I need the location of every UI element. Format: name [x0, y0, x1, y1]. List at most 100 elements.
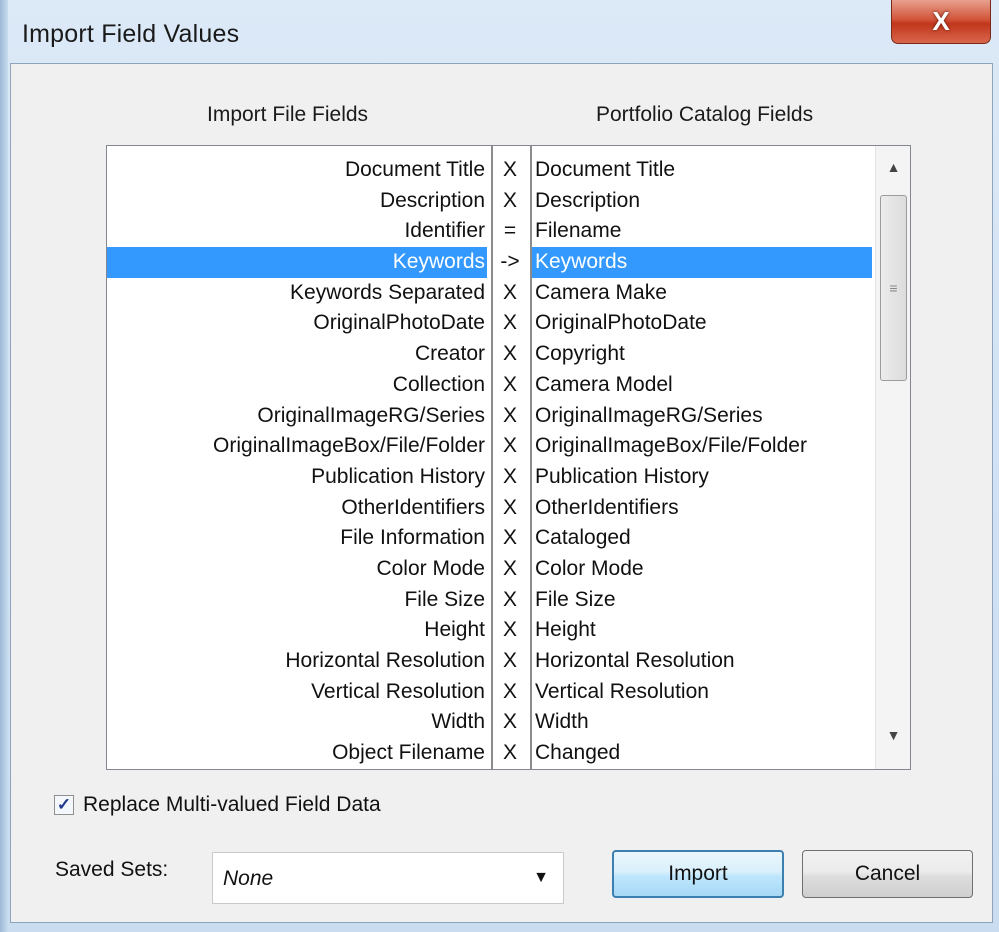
import-field-cell: OriginalPhotoDate	[313, 311, 485, 335]
chevron-down-icon[interactable]: ▼	[533, 869, 549, 887]
catalog-field-cell: Document Title	[535, 158, 676, 181]
replace-option[interactable]: ✓ Replace Multi-valued Field Data	[54, 793, 381, 817]
catalog-field-cell: Description	[535, 188, 641, 212]
mapping-operator[interactable]: X	[495, 493, 525, 524]
catalog-field-cell: Camera Make	[535, 280, 667, 304]
catalog-field-cell: Horizontal Resolution	[535, 649, 735, 672]
saved-sets-value: None	[223, 867, 274, 890]
mapping-operator[interactable]: ->	[495, 247, 525, 278]
import-field-cell: Horizontal Resolution	[285, 649, 485, 672]
import-field-cell: Creator	[414, 342, 485, 366]
catalog-field-cell: OriginalImageBox/File/Folder	[535, 434, 807, 458]
saved-sets-dropdown[interactable]: None ▼	[212, 852, 564, 904]
catalog-field-cell: Changed	[535, 741, 621, 765]
mapping-operator[interactable]: X	[495, 186, 525, 217]
mapping-operator[interactable]: X	[495, 646, 525, 677]
mapping-row[interactable]: Color Mode X Color Mode	[107, 554, 877, 585]
mapping-row[interactable]: Collection X Camera Model	[107, 370, 877, 401]
checkmark-icon: ✓	[56, 795, 72, 814]
mapping-operator[interactable]: X	[495, 462, 525, 493]
window-title: Import Field Values	[22, 20, 240, 48]
mapping-row[interactable]: Keywords -> Keywords	[107, 247, 877, 278]
mapping-rows: Document Title X Document Title Description…	[107, 155, 877, 769]
cancel-button[interactable]: Cancel	[802, 850, 973, 898]
import-field-cell: Vertical Resolution	[311, 679, 485, 703]
catalog-field-cell: Copyright	[535, 342, 625, 366]
import-field-cell: OriginalImageRG/Series	[257, 403, 485, 427]
mapping-operator[interactable]: X	[495, 431, 525, 462]
vertical-scrollbar[interactable]: ▲ ≡ ▼	[875, 146, 910, 769]
mapping-operator[interactable]: X	[495, 155, 525, 186]
mapping-operator[interactable]: X	[495, 308, 525, 339]
field-mapping-list[interactable]: Document Title X Document Title Description…	[106, 145, 911, 770]
mapping-operator[interactable]: X	[495, 339, 525, 370]
catalog-field-cell: OtherIdentifiers	[535, 495, 679, 519]
catalog-field-cell: OriginalPhotoDate	[535, 311, 707, 335]
dialog-window: Import Field Values X Import File Fields…	[0, 0, 999, 932]
mapping-operator[interactable]: X	[495, 523, 525, 554]
catalog-field-cell: File Size	[535, 587, 616, 611]
import-field-cell: OtherIdentifiers	[341, 495, 485, 519]
mapping-operator[interactable]: X	[495, 554, 525, 585]
mapping-operator[interactable]: X	[495, 401, 525, 432]
catalog-field-cell: Color Mode	[535, 556, 644, 580]
mapping-row[interactable]: Height X Height	[107, 615, 877, 646]
scroll-thumb[interactable]: ≡	[880, 195, 907, 381]
catalog-field-cell: Camera Model	[535, 372, 673, 396]
mapping-row[interactable]: Document Title X Document Title	[107, 155, 877, 186]
import-field-cell: Collection	[392, 372, 485, 396]
mapping-row[interactable]: Keywords Separated X Camera Make	[107, 278, 877, 309]
mapping-row[interactable]: File Information X Cataloged	[107, 523, 877, 554]
mapping-operator[interactable]: =	[495, 216, 525, 247]
import-field-cell: File Information	[340, 526, 485, 550]
import-fields-header: Import File Fields	[207, 103, 369, 126]
import-field-cell: Publication History	[311, 464, 485, 488]
catalog-field-cell: Keywords	[532, 247, 872, 278]
catalog-fields-header: Portfolio Catalog Fields	[596, 103, 814, 126]
mapping-row[interactable]: Horizontal Resolution X Horizontal Resolut…	[107, 646, 877, 677]
mapping-row[interactable]: Width X Width	[107, 707, 877, 738]
import-field-cell: Height	[424, 618, 485, 642]
catalog-field-cell: Publication History	[535, 464, 709, 488]
mapping-operator[interactable]: X	[495, 615, 525, 646]
import-field-cell: Document Title	[344, 158, 485, 181]
mapping-row[interactable]: File Size X File Size	[107, 585, 877, 616]
mapping-row[interactable]: Object Filename X Changed	[107, 738, 877, 769]
import-field-cell: Width	[431, 710, 485, 734]
window-edge	[0, 0, 8, 932]
catalog-field-cell: OriginalImageRG/Series	[535, 403, 763, 427]
mapping-row[interactable]: Description X Description	[107, 186, 877, 217]
mapping-row[interactable]: OriginalImageRG/Series X OriginalImageRG/S…	[107, 401, 877, 432]
import-field-cell: OriginalImageBox/File/Folder	[213, 434, 485, 458]
close-button[interactable]: X	[891, 0, 991, 44]
replace-checkbox[interactable]: ✓	[54, 795, 74, 815]
mapping-row[interactable]: OriginalPhotoDate X OriginalPhotoDate	[107, 308, 877, 339]
catalog-field-cell: Height	[535, 618, 596, 642]
mapping-row[interactable]: Vertical Resolution X Vertical Resolution	[107, 677, 877, 708]
replace-label: Replace Multi-valued Field Data	[83, 793, 381, 816]
mapping-row[interactable]: OriginalImageBox/File/Folder X OriginalIma…	[107, 431, 877, 462]
import-field-cell: File Size	[404, 587, 485, 611]
mapping-operator[interactable]: X	[495, 738, 525, 769]
import-field-cell: Keywords	[107, 247, 487, 278]
catalog-field-cell: Filename	[535, 219, 622, 243]
saved-sets-label: Saved Sets:	[55, 858, 169, 881]
import-button[interactable]: Import	[612, 850, 784, 898]
mapping-row[interactable]: Identifier = Filename	[107, 216, 877, 247]
scroll-down-icon[interactable]: ▼	[876, 718, 910, 752]
catalog-field-cell: Width	[535, 710, 589, 734]
import-field-cell: Identifier	[404, 219, 485, 243]
close-icon: X	[932, 6, 950, 36]
scroll-up-icon[interactable]: ▲	[876, 150, 910, 184]
mapping-operator[interactable]: X	[495, 278, 525, 309]
mapping-row[interactable]: Publication History X Publication History	[107, 462, 877, 493]
catalog-field-cell: Cataloged	[535, 526, 631, 550]
mapping-row[interactable]: OtherIdentifiers X OtherIdentifiers	[107, 493, 877, 524]
mapping-row[interactable]: Creator X Copyright	[107, 339, 877, 370]
import-field-cell: Color Mode	[376, 556, 485, 580]
mapping-operator[interactable]: X	[495, 585, 525, 616]
mapping-operator[interactable]: X	[495, 370, 525, 401]
mapping-operator[interactable]: X	[495, 707, 525, 738]
grip-icon: ≡	[889, 280, 898, 296]
mapping-operator[interactable]: X	[495, 677, 525, 708]
